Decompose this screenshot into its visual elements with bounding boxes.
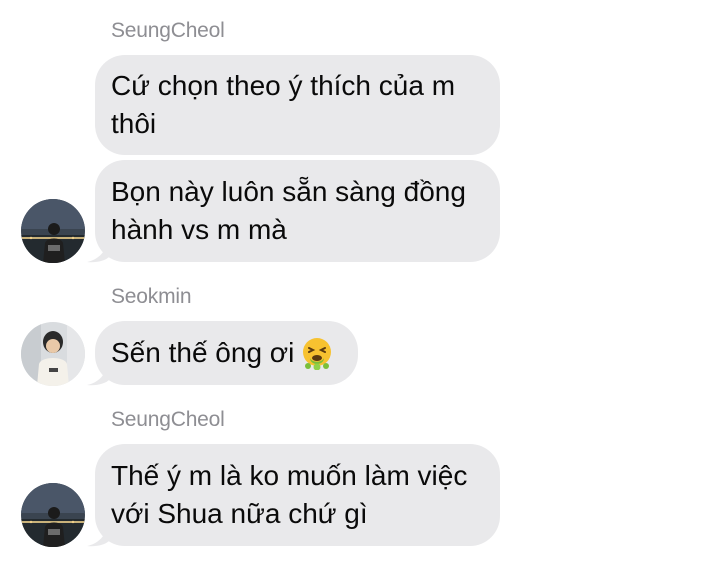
message-bubble[interactable]: Sến thế ông ơi — [95, 321, 358, 385]
face-vomiting-icon — [303, 338, 332, 370]
sender-name: Seokmin — [111, 285, 192, 308]
message-text: Cứ chọn theo ý thích của m thôi — [111, 70, 456, 139]
bubble-tail — [87, 243, 109, 263]
bubble-tail — [87, 527, 109, 547]
avatar-seokmin-icon — [21, 322, 85, 386]
message-bubble[interactable]: Cứ chọn theo ý thích của m thôi — [95, 55, 500, 155]
message-text: Sến thế ông ơi — [111, 337, 295, 368]
message-bubble[interactable]: Thế ý m là ko muốn làm việc với Shua nữa… — [95, 444, 500, 546]
sender-name: SeungCheol — [111, 19, 225, 42]
avatar[interactable] — [21, 322, 85, 386]
avatar-seungcheol-icon — [21, 199, 85, 263]
message-bubble[interactable]: Bọn này luôn sẵn sàng đồng hành vs m mà — [95, 160, 500, 262]
message-text: Thế ý m là ko muốn làm việc với Shua nữa… — [111, 460, 468, 529]
bubble-tail — [87, 366, 109, 386]
message-text: Bọn này luôn sẵn sàng đồng hành vs m mà — [111, 176, 466, 245]
avatar[interactable] — [21, 199, 85, 263]
avatar-seungcheol-icon — [21, 483, 85, 547]
avatar[interactable] — [21, 483, 85, 547]
sender-name: SeungCheol — [111, 408, 225, 431]
